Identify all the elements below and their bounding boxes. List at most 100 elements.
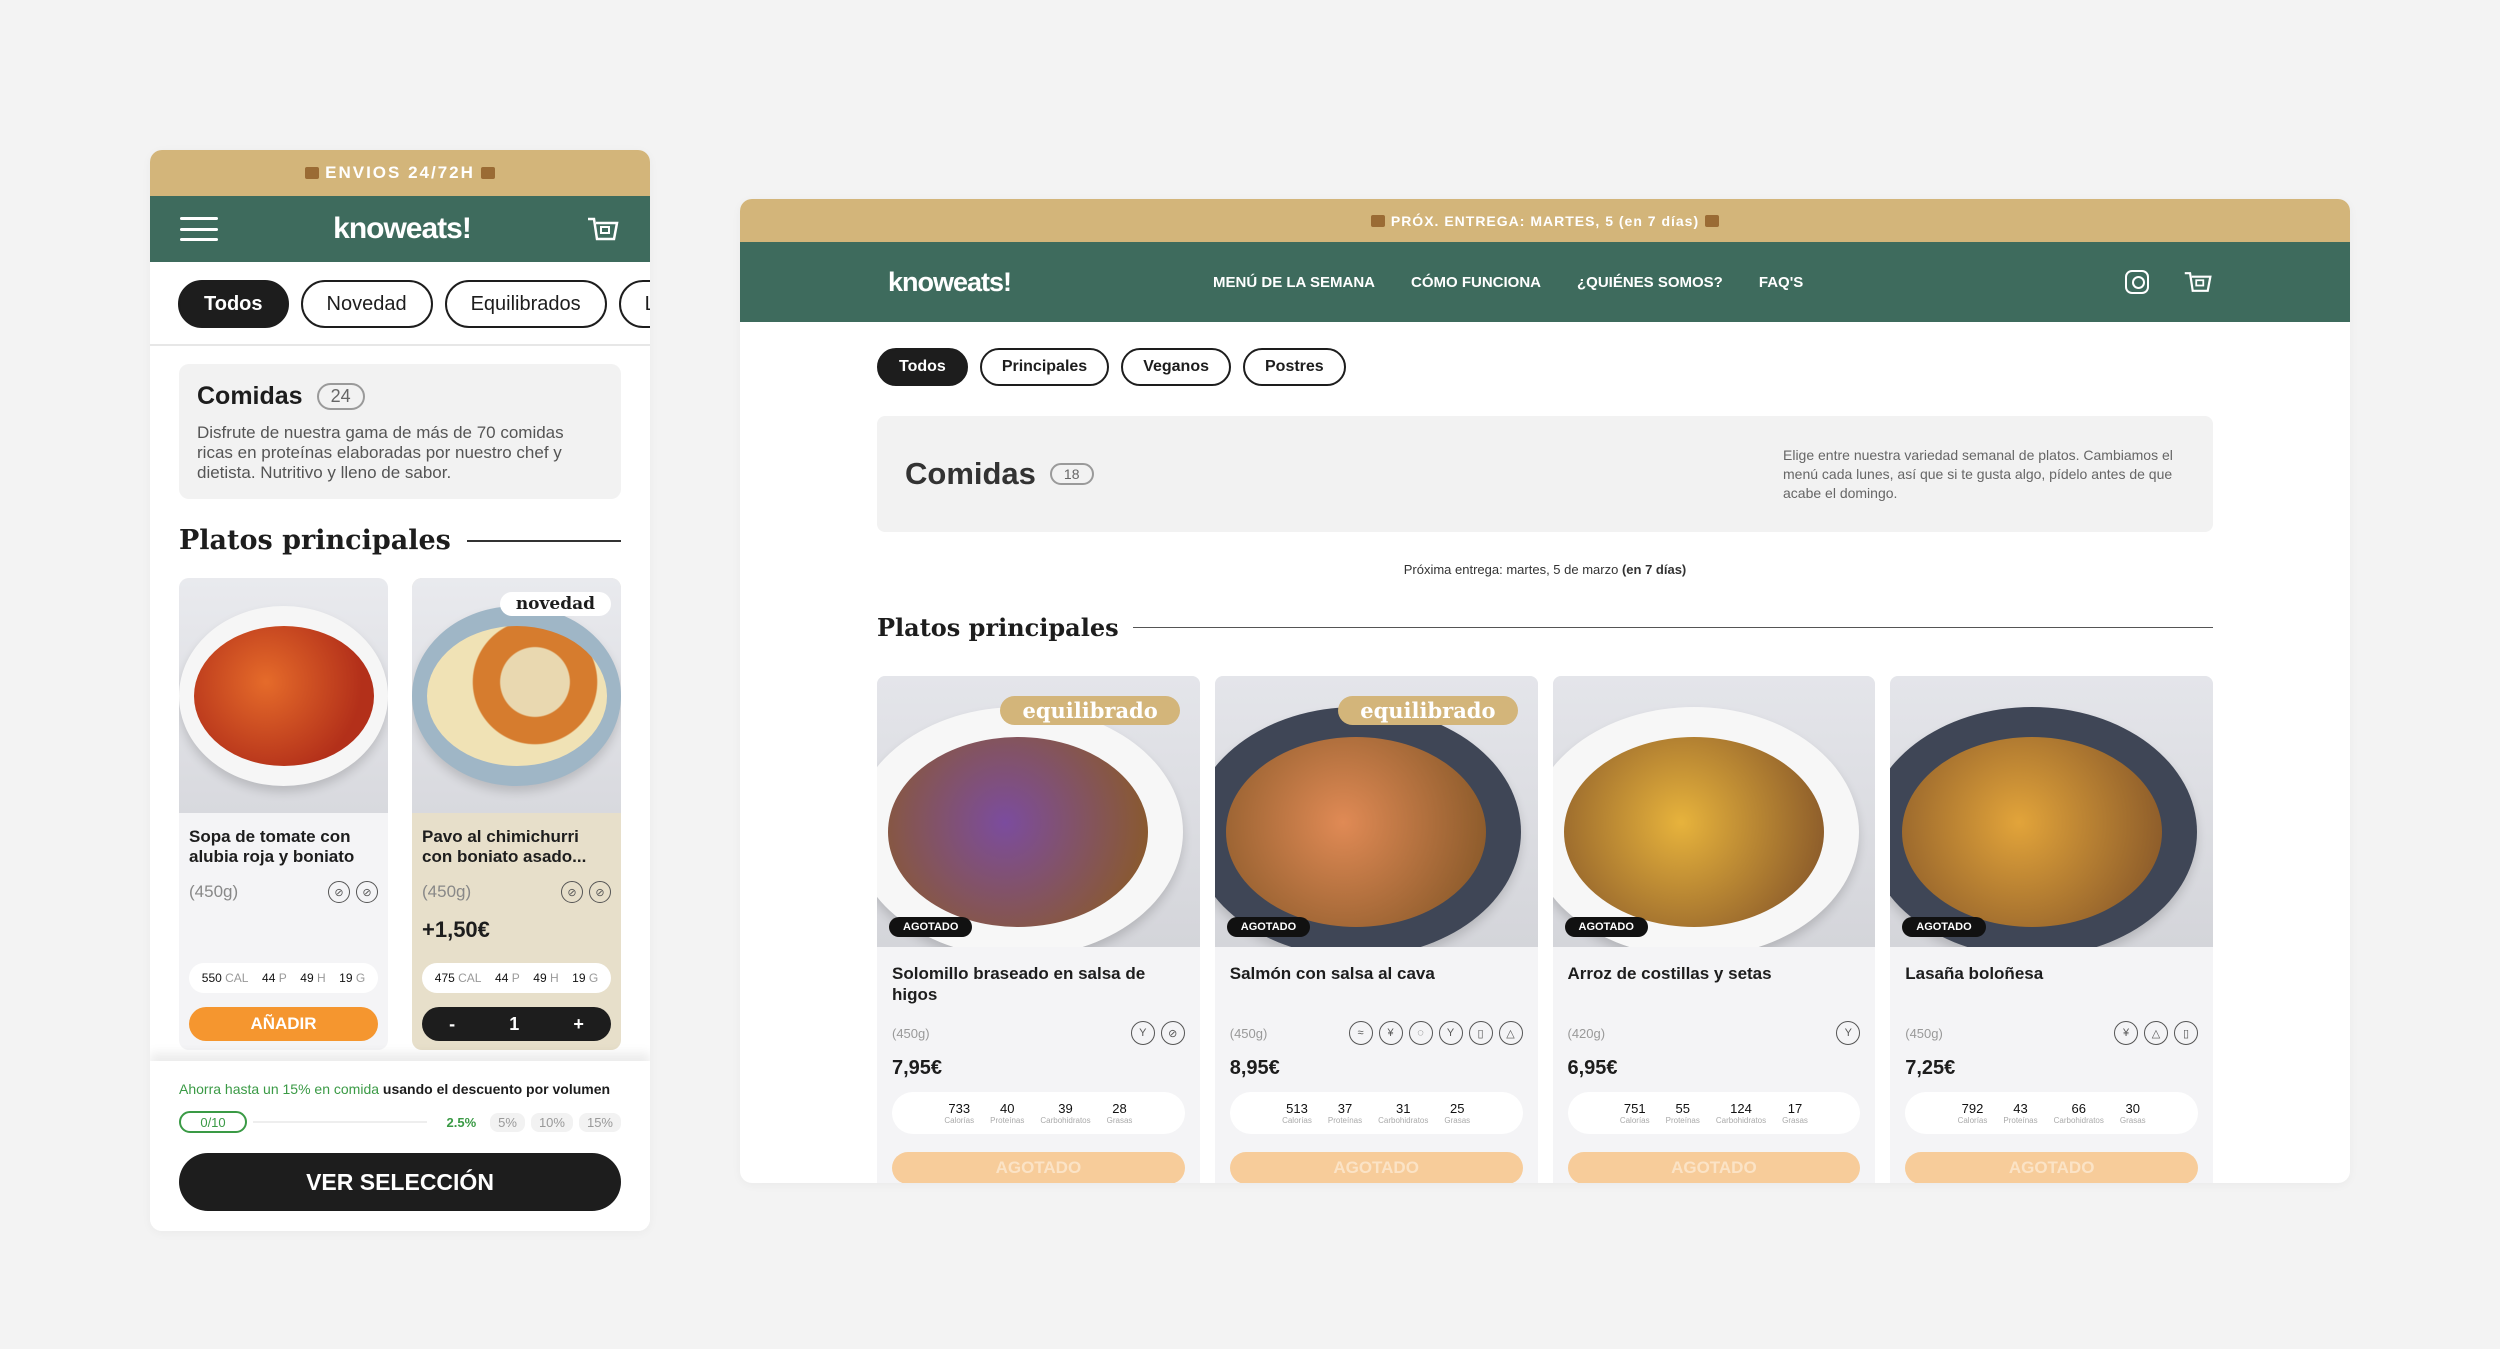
macro-item: 43 Proteínas [2003,1101,2038,1125]
no-lactose-icon: ⊘ [356,881,378,903]
truck-icon [1705,214,1720,227]
category-chips: Todos Novedad Equilibrados Los m [150,262,650,346]
divider [466,539,621,542]
macros: 751 Calorías 55 Proteínas 124 Carbohidratos 17… [1567,1092,1861,1134]
balanced-badge: equilibrado [1338,696,1518,725]
product-name: Pavo al chimichurri con boniato asado... [422,827,587,866]
category-chips: Todos Principales Veganos Postres [877,348,2213,386]
macro-item: 37 Proteínas [1327,1101,1363,1125]
quantity-value: 1 [509,1013,520,1034]
tier-3: 10% [530,1112,573,1132]
macro-item: 25 Grasas [1444,1101,1471,1125]
increment-button[interactable]: + [573,1014,584,1035]
product-price: +1,50€ [422,917,490,942]
section-title: Platos principales [877,613,1119,642]
product-price: 7,25€ [1905,1057,1956,1079]
box-icon [305,167,320,179]
chip-equilibrados[interactable]: Equilibrados [444,280,607,328]
sold-out-button[interactable]: AGOTADO [1229,1152,1523,1183]
user-icon[interactable] [2125,270,2149,294]
macro-item: 31 Carbohidratos [1378,1101,1429,1125]
fork-icon: Y [1836,1021,1861,1045]
tier-1: 2.5% [446,1114,477,1130]
cart-icon[interactable] [586,215,620,243]
product-weight: (450g) [1229,1025,1268,1041]
product-weight: (450g) [422,882,472,901]
sold-out-button[interactable]: AGOTADO [892,1152,1185,1183]
product-weight: (450g) [189,882,239,901]
category-title: Comidas [197,382,303,410]
sold-out-button[interactable]: AGOTADO [1905,1152,2198,1183]
sold-out-badge: AGOTADO [1564,917,1648,937]
product-price [189,917,378,943]
bottle-icon: ▯ [2174,1021,2198,1045]
box-icon [480,167,495,179]
fish-icon: ≈ [1348,1021,1373,1045]
product-photo: novedad [412,578,621,813]
desktop-view: PRÓX. ENTREGA: MARTES, 5 (en 7 días) kno… [740,199,2350,1183]
sold-out-badge: AGOTADO [1902,917,1986,937]
category-info: Comidas 18 Elige entre nuestra variedad … [877,416,2213,532]
fork-icon: Y [1130,1021,1155,1045]
product-weight: (420g) [1567,1025,1606,1041]
logo[interactable]: knoweats! [888,267,1012,298]
macro-item: 513 Calorías [1282,1101,1312,1125]
food-image [426,625,607,766]
bottle-icon: ▯ [1468,1021,1493,1045]
product-photo: equilibrado AGOTADO [1214,676,1538,947]
sold-out-button[interactable]: AGOTADO [1567,1152,1861,1183]
chip-principales[interactable]: Principales [979,348,1110,386]
product-card[interactable]: equilibrado AGOTADO Salmón con salsa al … [1214,676,1538,1183]
no-gluten-icon: ⊘ [328,881,350,903]
product-card[interactable]: AGOTADO Arroz de costillas y setas (420g… [1552,676,1876,1183]
chip-todos[interactable]: Todos [877,348,968,386]
decrement-button[interactable]: - [449,1014,455,1035]
macro-item: 66 Carbohidratos [2053,1101,2104,1125]
product-weight: (450g) [892,1025,930,1041]
category-description: Elige entre nuestra variedad semanal de … [1783,446,2173,501]
chip-postres[interactable]: Postres [1243,348,1346,386]
nav-como-funciona[interactable]: CÓMO FUNCIONA [1411,274,1541,291]
macros: 475 CAL 44 P 49 H 19 G [422,963,611,993]
section-header: Platos principales [179,525,621,556]
product-card[interactable]: AGOTADO Lasaña boloñesa (450g) ¥ △ ▯ 7,25€… [1890,676,2213,1183]
product-photo: AGOTADO [1890,676,2213,947]
food-image [1901,736,2162,927]
macros: 733 Calorías 40 Proteínas 39 Carbohidratos 28 G… [892,1092,1185,1134]
food-image [1563,736,1824,927]
macro-item: 792 Calorías [1957,1101,1988,1125]
category-info: Comidas 24 Disfrute de nuestra gama de m… [179,364,621,499]
chip-todos[interactable]: Todos [178,280,289,328]
nav-menu-semana[interactable]: MENÚ DE LA SEMANA [1213,274,1375,291]
wheat-icon: ¥ [2114,1021,2138,1045]
volume-discount-promo: Ahorra hasta un 15% en comida usando el … [179,1081,611,1097]
product-card[interactable]: equilibrado AGOTADO Solomillo braseado e… [877,676,1200,1183]
product-name: Arroz de costillas y setas [1567,964,1772,983]
chip-los-mas[interactable]: Los m [618,280,650,328]
delivery-banner: PRÓX. ENTREGA: MARTES, 5 (en 7 días) [740,199,2350,242]
nav-faqs[interactable]: FAQ'S [1759,274,1803,291]
flask-icon: △ [1498,1021,1523,1045]
divider [1132,626,2213,629]
product-card[interactable]: novedad Pavo al chimichurri con boniato … [412,578,621,1050]
logo[interactable]: knoweats! [333,212,472,246]
menu-icon[interactable] [180,217,218,241]
food-image [193,625,374,766]
add-button[interactable]: AÑADIR [189,1007,378,1041]
food-image [1226,736,1487,927]
shipping-banner-text: ENVIOS 24/72H [325,163,475,182]
chip-veganos[interactable]: Veganos [1121,348,1231,386]
product-photo: AGOTADO [1552,676,1876,947]
chip-novedad[interactable]: Novedad [300,280,433,328]
view-selection-button[interactable]: VER SELECCIÓN [179,1153,621,1211]
desktop-navbar: knoweats! MENÚ DE LA SEMANA CÓMO FUNCION… [740,242,2350,322]
cart-icon[interactable] [2183,269,2213,295]
macro-item: 55 Proteínas [1665,1101,1700,1125]
category-description: Disfrute de nuestra gama de más de 70 co… [197,423,564,482]
wheat-icon: ¥ [1378,1021,1403,1045]
product-photo: equilibrado AGOTADO [877,676,1200,947]
nav-quienes-somos[interactable]: ¿QUIÉNES SOMOS? [1577,274,1723,291]
product-name: Salmón con salsa al cava [1229,964,1435,983]
count-badge: 18 [1049,463,1094,485]
product-card[interactable]: Sopa de tomate con alubia roja y boniato… [179,578,388,1050]
